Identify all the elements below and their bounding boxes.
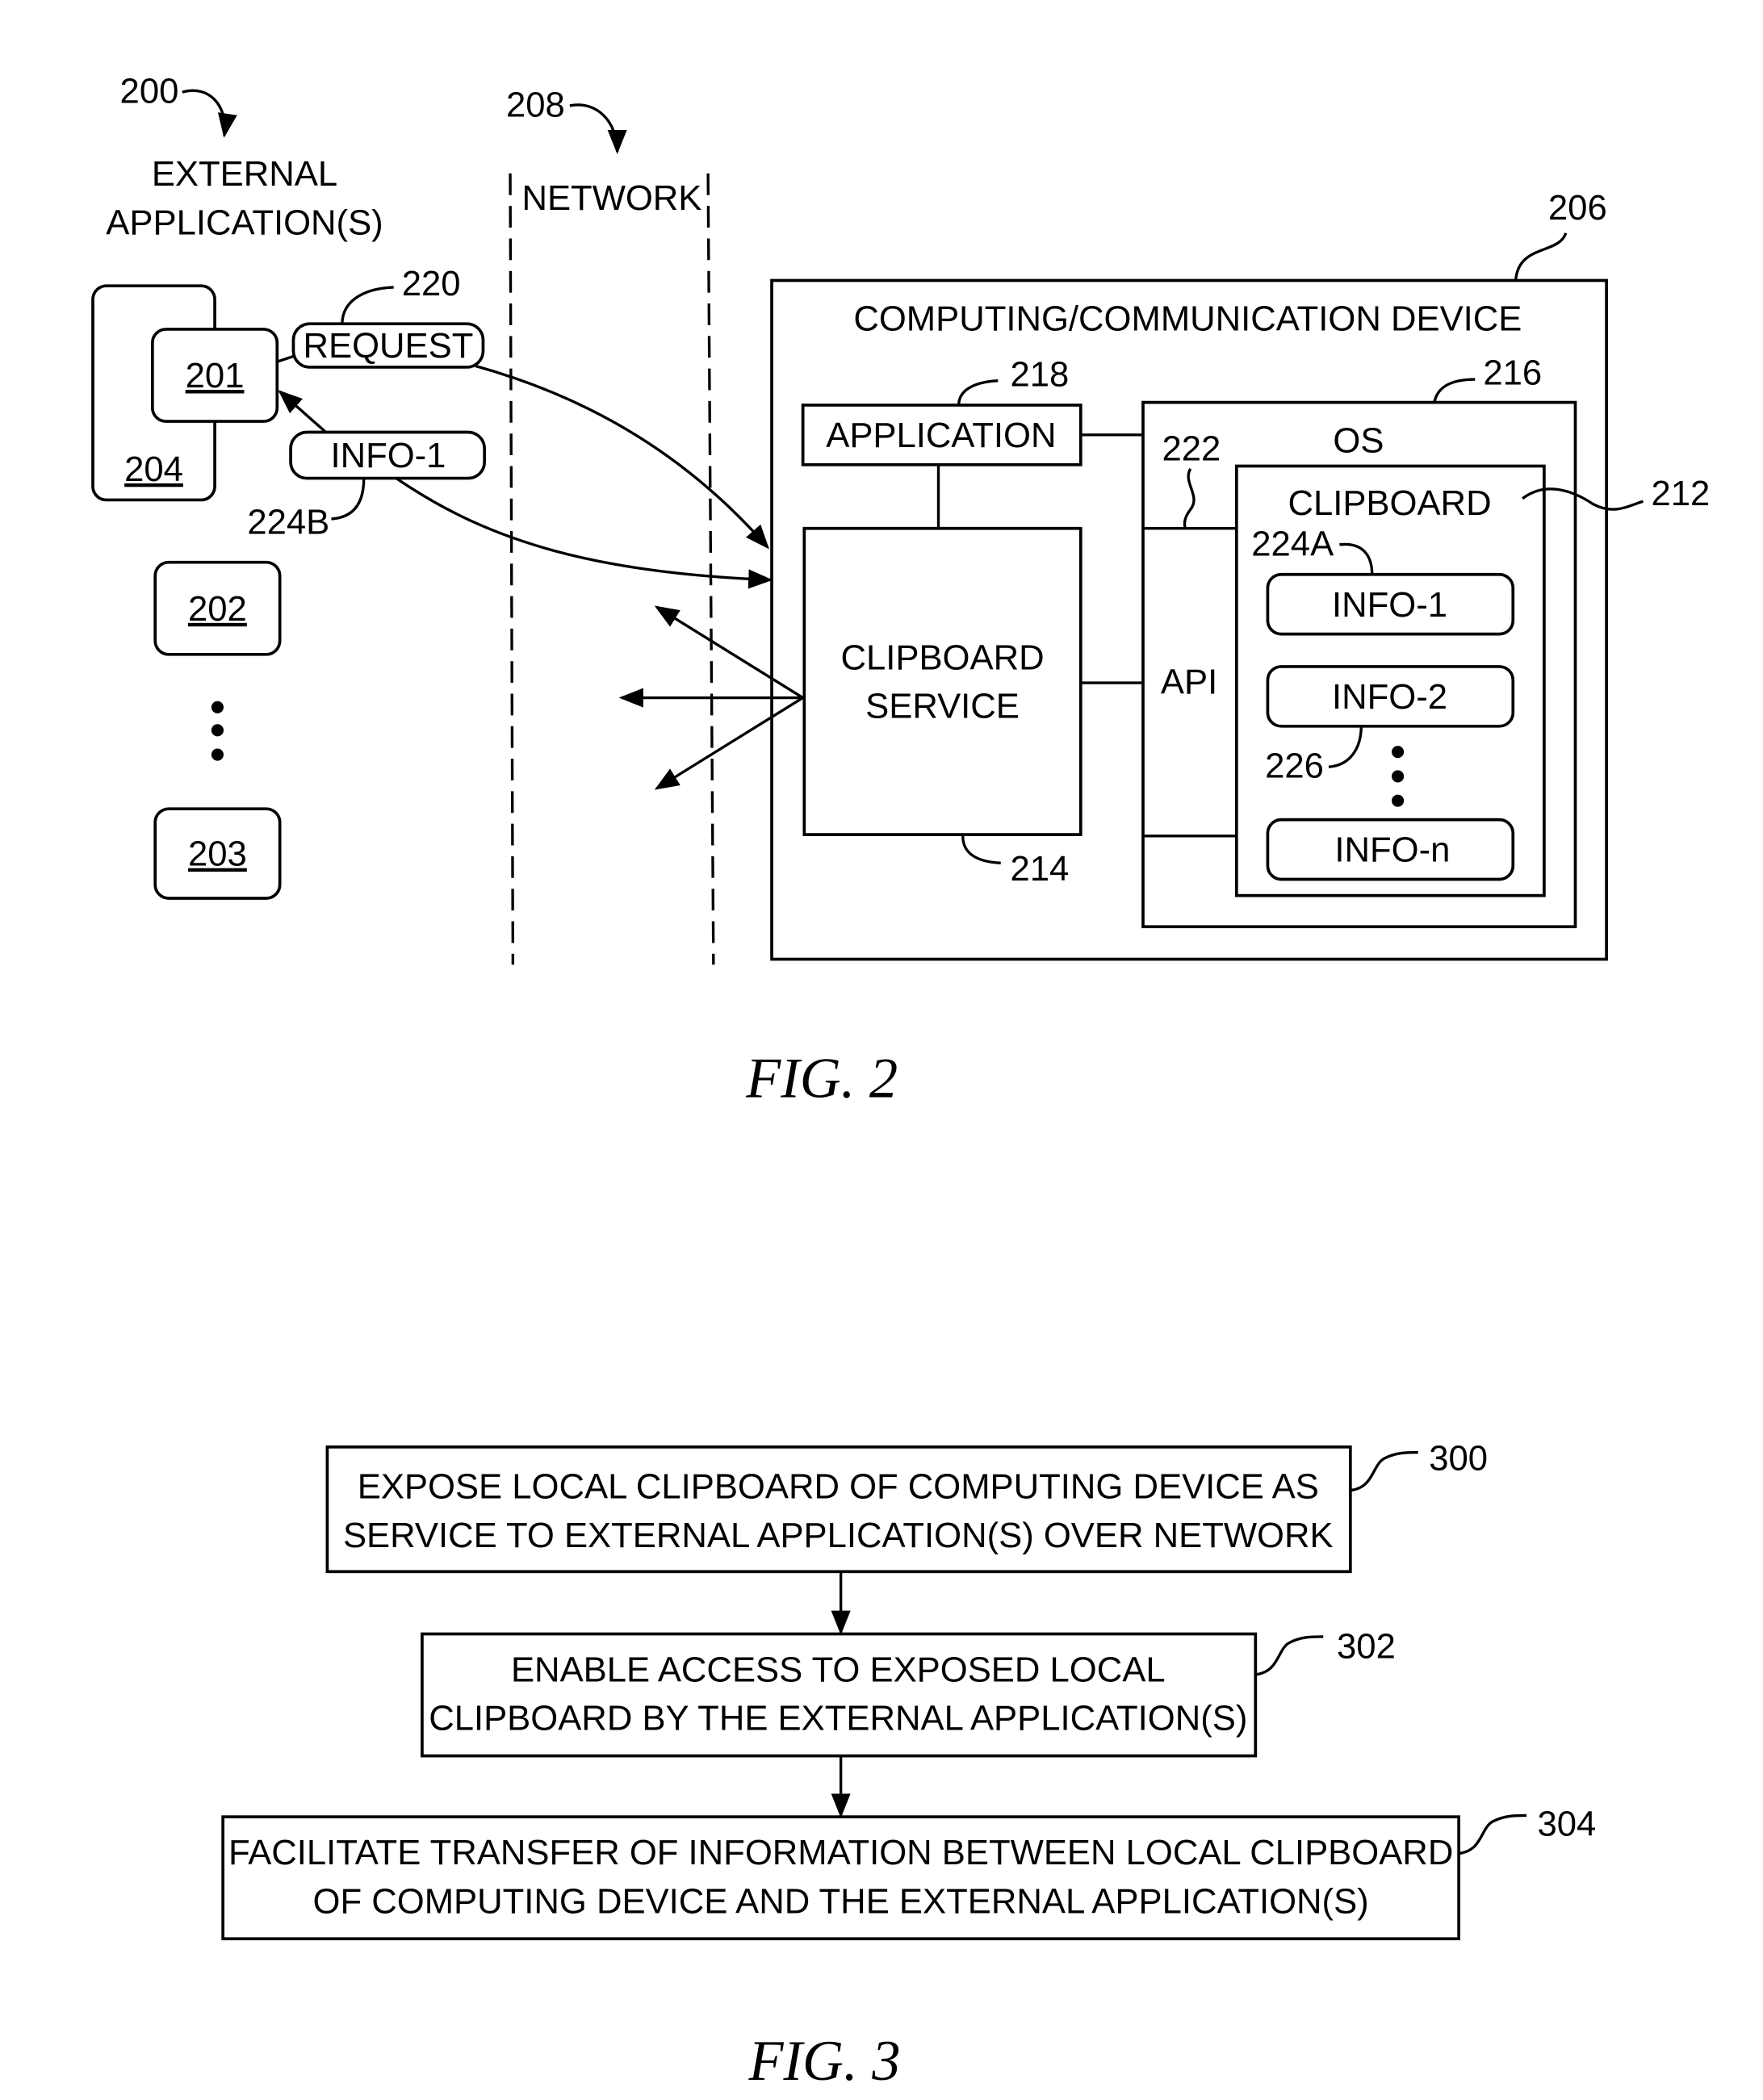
ellipsis-dot (1392, 794, 1405, 807)
ref-208-arrow (569, 103, 627, 155)
figure-3: EXPOSE LOCAL CLIPBOARD OF COMPUTING DEVI… (221, 1438, 1596, 2093)
broadcast-arrow-down (654, 697, 804, 790)
ref-216-leader (1433, 378, 1476, 403)
ref-304-leader (1458, 1813, 1527, 1855)
ref-226-leader (1328, 726, 1363, 768)
ref-302: 302 (1337, 1627, 1396, 1667)
ref-300: 300 (1429, 1438, 1488, 1478)
clipboard-item-label: INFO-2 (1332, 677, 1447, 717)
network-boundary-right (706, 173, 715, 965)
clipboard-service-line2: SERVICE (865, 687, 1020, 726)
request-connector (276, 354, 294, 363)
figure-3-caption: FIG. 3 (748, 2030, 901, 2093)
ref-216: 216 (1483, 353, 1542, 393)
ref-214-leader (961, 835, 1001, 865)
info-message-label: INFO-1 (330, 436, 446, 475)
ref-220-leader (341, 286, 394, 324)
ref-222-leader (1183, 467, 1196, 529)
ellipsis-dot (211, 724, 224, 737)
external-app-203-label: 203 (188, 835, 247, 874)
ref-222: 222 (1162, 429, 1221, 469)
ref-220: 220 (402, 264, 461, 303)
application-label: APPLICATION (826, 416, 1056, 455)
api-label[interactable]: API (1161, 662, 1217, 701)
clipboard-label: CLIPBOARD (1288, 483, 1491, 523)
flow-step-300-line2: SERVICE TO EXTERNAL APPLICATION(S) OVER … (343, 1516, 1334, 1555)
ref-212-leader (1522, 487, 1644, 511)
device-title: COMPUTING/COMMUNICATION DEVICE (853, 299, 1522, 339)
patent-figures: 200 EXTERNAL APPLICATION(S) 208 NETWORK … (91, 72, 1711, 2093)
ref-304: 304 (1537, 1805, 1596, 1844)
ref-302-leader (1255, 1635, 1324, 1676)
external-title-line2: APPLICATION(S) (106, 203, 383, 242)
broadcast-arrow-up (654, 605, 804, 699)
info-to-201-arrow (278, 390, 327, 433)
ref-200: 200 (120, 72, 179, 111)
clipboard-service-214[interactable] (802, 526, 1083, 836)
flow-step-304-line1: FACILITATE TRANSFER OF INFORMATION BETWE… (228, 1833, 1453, 1872)
external-app-202-label: 202 (188, 589, 247, 629)
container-ref-204: 204 (124, 450, 183, 489)
flow-step-300-line1: EXPOSE LOCAL CLIPBOARD OF COMPUTING DEVI… (358, 1467, 1319, 1507)
ref-206-leader (1514, 232, 1568, 281)
ref-200-arrow (182, 89, 237, 138)
os-label: OS (1333, 421, 1384, 461)
external-app-201-label: 201 (186, 356, 245, 395)
ellipsis-dot (1392, 746, 1405, 759)
ref-224a-leader (1339, 542, 1374, 575)
clipboard-service-line1: CLIPBOARD (840, 638, 1044, 677)
ref-218-leader (957, 379, 999, 406)
flow-step-302-line1: ENABLE ACCESS TO EXPOSED LOCAL (511, 1650, 1166, 1689)
ref-226: 226 (1265, 747, 1324, 786)
clipboard-item-label: INFO-n (1334, 830, 1450, 870)
flow-step-304-line2: OF COMPUTING DEVICE AND THE EXTERNAL APP… (313, 1881, 1369, 1921)
computing-device-206[interactable] (770, 278, 1608, 961)
ellipsis-dot (211, 748, 224, 761)
flow-step-302-line2: CLIPBOARD BY THE EXTERNAL APPLICATION(S) (429, 1699, 1247, 1738)
external-title-line1: EXTERNAL (152, 154, 337, 194)
figure-2: 200 EXTERNAL APPLICATION(S) 208 NETWORK … (91, 72, 1711, 1111)
ref-300-leader (1350, 1450, 1418, 1492)
request-arrow (474, 364, 769, 550)
ref-224b: 224B (247, 502, 329, 542)
ref-212: 212 (1652, 474, 1711, 513)
ref-214: 214 (1010, 849, 1069, 889)
ref-224b-leader (331, 478, 366, 521)
ellipsis-dot (211, 701, 224, 713)
ref-206: 206 (1548, 188, 1607, 228)
request-label: REQUEST (304, 326, 474, 366)
ref-208: 208 (506, 85, 565, 124)
ref-218: 218 (1010, 354, 1069, 394)
ellipsis-dot (1392, 770, 1405, 783)
ref-224a: 224A (1251, 524, 1334, 563)
network-boundary-left (509, 173, 515, 965)
figure-2-caption: FIG. 2 (745, 1048, 898, 1111)
clipboard-item-label: INFO-1 (1332, 585, 1447, 625)
network-label: NETWORK (521, 178, 701, 218)
